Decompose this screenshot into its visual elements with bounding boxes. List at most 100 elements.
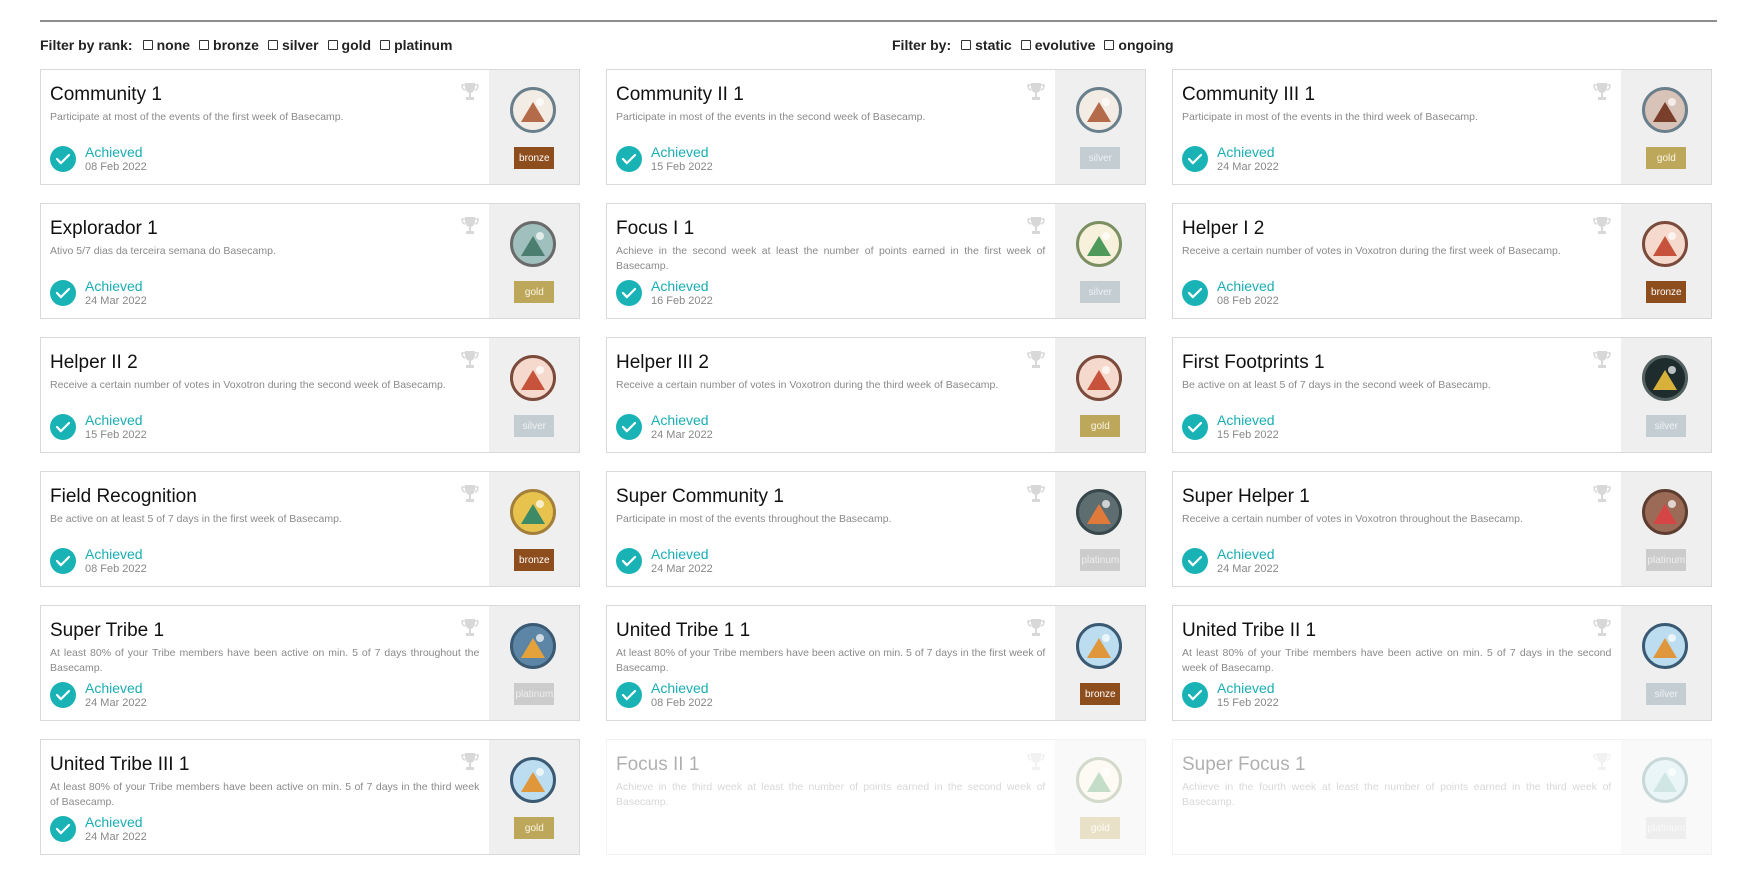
achievement-card[interactable]: Focus II 1 Achieve in the third week at … (606, 739, 1146, 855)
achieved-date: 16 Feb 2022 (651, 295, 713, 307)
rank-tag: silver (1646, 683, 1687, 705)
achievement-card[interactable]: Focus I 1 Achieve in the second week at … (606, 203, 1146, 319)
type-filter-static[interactable]: static (961, 37, 1012, 53)
achievement-card[interactable]: Community II 1 Participate in most of th… (606, 69, 1146, 185)
achievement-status: Achieved 24 Mar 2022 (1182, 144, 1279, 174)
card-body: Field Recognition Be active on at least … (41, 472, 489, 586)
fire-extinguisher-icon (510, 355, 557, 401)
checkbox-icon[interactable] (142, 40, 153, 50)
card-description: Be active on at least 5 of 7 days in the… (1182, 379, 1491, 391)
card-title: Focus II 1 (616, 754, 700, 775)
checkbox-icon[interactable] (267, 40, 278, 50)
achievement-card[interactable]: Field Recognition Be active on at least … (40, 471, 580, 587)
achievement-status: Achieved 15 Feb 2022 (50, 412, 147, 442)
status-label: Achieved (651, 412, 709, 428)
marshmallow-stick-icon (510, 87, 557, 133)
card-title: United Tribe II 1 (1182, 620, 1317, 641)
first-aid-kit-icon (1642, 489, 1689, 535)
card-badge-panel: silver (1621, 606, 1711, 720)
mountain-tent-icon (510, 623, 557, 669)
card-description: Participate at most of the events of the… (50, 111, 344, 123)
achievement-card[interactable]: United Tribe II 1 At least 80% of your T… (1172, 605, 1712, 721)
status-label: Achieved (1217, 278, 1275, 294)
card-description: Receive a certain number of votes in Vox… (50, 379, 446, 391)
achievement-card[interactable]: Super Tribe 1 At least 80% of your Tribe… (40, 605, 580, 721)
rank-tag: gold (1080, 415, 1121, 437)
check-circle-icon (616, 280, 642, 306)
trophy-icon (461, 351, 480, 368)
achievement-card[interactable]: Explorador 1 Ativo 5/7 dias da terceira … (40, 203, 580, 319)
treasure-map-icon (1642, 757, 1689, 803)
card-badge-panel: silver (1621, 338, 1711, 452)
check-circle-icon (50, 682, 76, 708)
map-pin-icon (1076, 221, 1123, 267)
card-title: Super Helper 1 (1182, 486, 1310, 507)
achievement-card[interactable]: Community 1 Participate at most of the e… (40, 69, 580, 185)
map-pin-icon (1076, 757, 1123, 803)
achievement-card[interactable]: Helper III 2 Receive a certain number of… (606, 337, 1146, 453)
trophy-icon (461, 83, 480, 100)
rank-tag: gold (514, 817, 555, 839)
type-filter-ongoing[interactable]: ongoing (1104, 37, 1174, 53)
check-circle-icon (1182, 280, 1208, 306)
achieved-date: 15 Feb 2022 (651, 161, 713, 173)
achieved-date: 08 Feb 2022 (1217, 295, 1279, 307)
trophy-icon (1027, 753, 1046, 770)
checkbox-icon[interactable] (199, 40, 210, 50)
achievement-card[interactable]: United Tribe III 1 At least 80% of your … (40, 739, 580, 855)
check-circle-icon (616, 414, 642, 440)
trophy-icon (1593, 485, 1612, 502)
achievement-card[interactable]: Community III 1 Participate in most of t… (1172, 69, 1712, 185)
achievement-card[interactable]: United Tribe 1 1 At least 80% of your Tr… (606, 605, 1146, 721)
trophy-icon (1027, 83, 1046, 100)
check-circle-icon (1182, 682, 1208, 708)
rank-filter-bronze[interactable]: bronze (199, 37, 259, 53)
checkbox-icon[interactable] (1104, 40, 1115, 50)
rank-tag: silver (1080, 281, 1121, 303)
type-filter-evolutive[interactable]: evolutive (1020, 37, 1095, 53)
achievement-card[interactable]: Super Community 1 Participate in most of… (606, 471, 1146, 587)
boot-icon (1642, 355, 1689, 401)
card-description: Participate in most of the events in the… (1182, 111, 1478, 123)
trophy-icon (1027, 619, 1046, 636)
card-description: Be active on at least 5 of 7 days in the… (50, 513, 342, 525)
card-title: Explorador 1 (50, 218, 158, 239)
achievement-card[interactable]: Super Helper 1 Receive a certain number … (1172, 471, 1712, 587)
rank-tag: platinum (1646, 549, 1687, 571)
card-badge-panel: silver (489, 338, 579, 452)
achievement-card[interactable]: Helper II 2 Receive a certain number of … (40, 337, 580, 453)
rank-filter-none[interactable]: none (142, 37, 190, 53)
rank-tag: silver (1646, 415, 1687, 437)
card-badge-panel: silver (1055, 204, 1145, 318)
backpack-icon (510, 221, 557, 267)
card-badge-panel: platinum (1621, 740, 1711, 854)
achieved-date: 15 Feb 2022 (85, 429, 147, 441)
card-title: Community III 1 (1182, 84, 1316, 105)
marshmallow-stick-icon (1076, 87, 1123, 133)
achieved-date: 24 Mar 2022 (651, 563, 713, 575)
achievement-status: Achieved 24 Mar 2022 (616, 546, 713, 576)
rank-filter-platinum[interactable]: platinum (380, 37, 452, 53)
achieved-date: 08 Feb 2022 (651, 697, 713, 709)
filter-bar: Filter by rank: none bronze silver gold … (40, 37, 1717, 57)
status-label: Achieved (1217, 144, 1275, 160)
achievement-card[interactable]: Helper I 2 Receive a certain number of v… (1172, 203, 1712, 319)
achievement-card[interactable]: First Footprints 1 Be active on at least… (1172, 337, 1712, 453)
card-body: United Tribe III 1 At least 80% of your … (41, 740, 489, 854)
checkbox-icon[interactable] (961, 40, 972, 50)
rank-filter-silver[interactable]: silver (267, 37, 319, 53)
achievement-status: Achieved 24 Mar 2022 (50, 680, 147, 710)
card-description: At least 80% of your Tribe members have … (50, 647, 480, 674)
check-circle-icon (616, 682, 642, 708)
card-body: Helper I 2 Receive a certain number of v… (1173, 204, 1621, 318)
card-title: Helper I 2 (1182, 218, 1265, 239)
rank-tag: silver (514, 415, 555, 437)
campfire-stick-icon (1076, 489, 1123, 535)
check-circle-icon (50, 146, 76, 172)
rank-filter-gold[interactable]: gold (327, 37, 371, 53)
checkbox-icon[interactable] (327, 40, 338, 50)
rank-tag: bronze (1646, 281, 1687, 303)
achievement-card[interactable]: Super Focus 1 Achieve in the fourth week… (1172, 739, 1712, 855)
checkbox-icon[interactable] (1020, 40, 1031, 50)
checkbox-icon[interactable] (380, 40, 391, 50)
